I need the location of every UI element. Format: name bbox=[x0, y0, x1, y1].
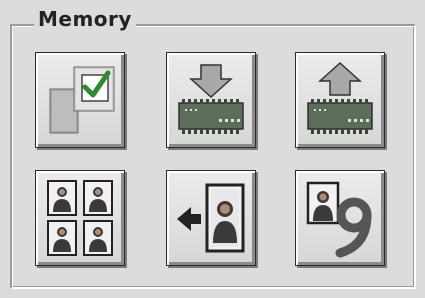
memory-download-button[interactable] bbox=[166, 52, 256, 148]
multi-preview-button[interactable] bbox=[35, 170, 125, 266]
save-settings-button[interactable] bbox=[35, 52, 125, 148]
checkmark-copy-icon bbox=[49, 66, 115, 134]
four-portraits-grid-icon bbox=[47, 180, 113, 256]
portrait-nine-button[interactable] bbox=[295, 170, 385, 266]
portrait-number-nine-icon bbox=[306, 181, 372, 258]
memory-chip-arrow-down-icon bbox=[178, 64, 244, 134]
memory-panel: Memory bbox=[0, 0, 425, 298]
memory-chip-arrow-up-icon bbox=[307, 61, 373, 134]
import-portrait-button[interactable] bbox=[166, 170, 256, 266]
memory-upload-button[interactable] bbox=[295, 52, 385, 148]
arrow-left-portrait-icon bbox=[177, 183, 245, 253]
memory-group-title: Memory bbox=[34, 6, 136, 32]
